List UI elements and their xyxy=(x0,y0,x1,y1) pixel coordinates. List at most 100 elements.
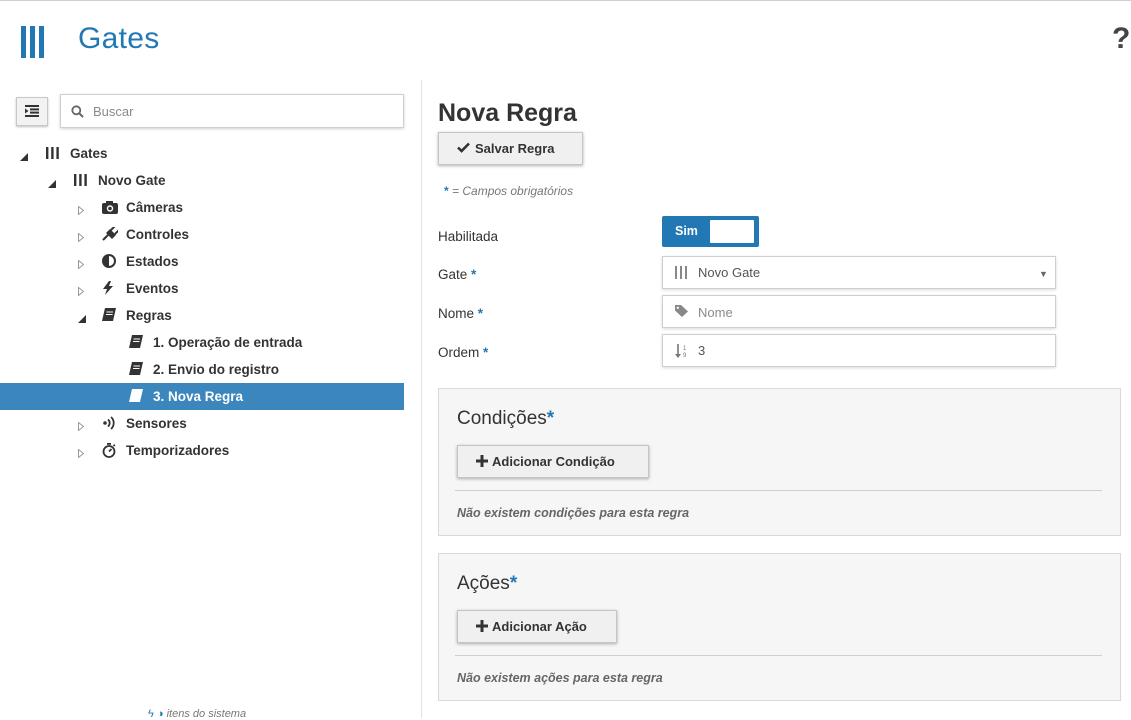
enabled-toggle[interactable]: Sim xyxy=(662,216,759,247)
enabled-toggle-text: Sim xyxy=(675,224,698,238)
tree-item[interactable]: Regras xyxy=(0,302,404,329)
signal-icon xyxy=(102,416,118,432)
tree-item[interactable]: Temporizadores xyxy=(0,437,404,464)
tree-item[interactable]: 2. Envio do registro xyxy=(0,356,404,383)
actions-title: Ações* xyxy=(457,573,518,594)
toggle-knob xyxy=(710,220,754,243)
tree-item-label: Estados xyxy=(126,254,179,269)
book-icon xyxy=(102,308,118,324)
sidebar: Gates Novo Gate Câmeras Controles Estados Eve… xyxy=(0,80,421,720)
tree-item[interactable]: 3. Nova Regra xyxy=(0,383,404,410)
book-icon xyxy=(129,335,145,351)
required-star: * xyxy=(483,345,489,360)
system-items-legend: ϟ ◑ itens do sistema xyxy=(148,708,246,720)
chevron-down-icon: ▼ xyxy=(1039,269,1048,279)
search-input[interactable] xyxy=(91,101,391,121)
sort-numeric-icon: 1 9 xyxy=(675,344,687,358)
tree-item-label: Controles xyxy=(126,227,190,242)
tree-item[interactable]: Gates xyxy=(0,140,404,167)
svg-text:9: 9 xyxy=(683,353,687,358)
check-icon xyxy=(457,142,470,153)
tree-item-label: Sensores xyxy=(126,416,187,431)
book-icon xyxy=(129,389,145,405)
book-icon xyxy=(129,362,145,378)
bolt-icon xyxy=(102,281,118,297)
tree-item-label: Regras xyxy=(126,308,172,323)
conditions-panel: Condições* Adicionar Condição Não existe… xyxy=(438,388,1121,536)
tree-toggle-button[interactable] xyxy=(16,97,48,126)
caret-collapsed-icon[interactable] xyxy=(78,257,85,272)
add-action-label: Adicionar Ação xyxy=(492,619,587,634)
tree-item[interactable]: 1. Operação de entrada xyxy=(0,329,404,356)
tree-item[interactable]: Novo Gate xyxy=(0,167,404,194)
page-title: Nova Regra xyxy=(438,99,577,127)
gate-icon xyxy=(74,173,90,189)
app-header: Gates ? xyxy=(0,0,1131,80)
tree-item[interactable]: Eventos xyxy=(0,275,404,302)
conditions-empty-message: Não existem condições para esta regra xyxy=(457,506,690,520)
required-star: * xyxy=(477,306,484,321)
search-box xyxy=(60,94,404,128)
gate-select[interactable]: Novo Gate ▼ xyxy=(662,256,1056,289)
search-icon xyxy=(71,105,84,118)
order-value: 3 xyxy=(698,343,706,358)
app-title: Gates xyxy=(78,22,160,55)
help-icon[interactable]: ? xyxy=(1112,22,1130,56)
tree-item-label: Eventos xyxy=(126,281,179,296)
caret-collapsed-icon[interactable] xyxy=(78,203,85,218)
required-star: * xyxy=(471,267,477,282)
rule-editor: Nova Regra Salvar Regra * = Campos obrig… xyxy=(422,80,1131,718)
gate-icon xyxy=(675,266,687,279)
gate-label: Gate * xyxy=(438,267,477,282)
enabled-label: Habilitada xyxy=(438,229,499,244)
tree-item[interactable]: Controles xyxy=(0,221,404,248)
plus-icon xyxy=(476,620,488,632)
name-field xyxy=(662,295,1056,328)
gate-select-value: Novo Gate xyxy=(698,265,761,280)
actions-panel: Ações* Adicionar Ação Não existem ações … xyxy=(438,553,1121,701)
tree-item[interactable]: Sensores xyxy=(0,410,404,437)
save-rule-button[interactable]: Salvar Regra xyxy=(438,132,583,165)
bolt-icon: ϟ xyxy=(148,708,154,720)
add-condition-label: Adicionar Condição xyxy=(492,454,615,469)
required-star: * xyxy=(509,573,518,594)
plus-icon xyxy=(476,455,488,467)
conditions-title: Condições* xyxy=(457,408,555,429)
tree-item[interactable]: Câmeras xyxy=(0,194,404,221)
tree-item-label: 1. Operação de entrada xyxy=(153,335,303,350)
tree-item-label: 2. Envio do registro xyxy=(153,362,280,377)
list-indent-icon xyxy=(25,105,39,117)
tree-item-label: Temporizadores xyxy=(126,443,230,458)
svg-text:1: 1 xyxy=(683,346,687,352)
tree-item-label: Novo Gate xyxy=(98,173,166,188)
caret-collapsed-icon[interactable] xyxy=(78,284,85,299)
caret-expanded-icon[interactable] xyxy=(48,176,56,191)
caret-collapsed-icon[interactable] xyxy=(78,230,85,245)
caret-expanded-icon[interactable] xyxy=(78,311,86,326)
required-star: * xyxy=(546,408,555,429)
plug-icon xyxy=(102,225,120,243)
tree-item[interactable]: Estados xyxy=(0,248,404,275)
half-circle-icon xyxy=(102,254,118,270)
gates-logo-icon xyxy=(21,26,44,58)
order-label: Ordem * xyxy=(438,345,489,360)
tree-item-label: Câmeras xyxy=(126,200,184,215)
required-fields-note: * = Campos obrigatórios xyxy=(444,184,573,198)
tree-item-label: 3. Nova Regra xyxy=(153,389,244,404)
add-condition-button[interactable]: Adicionar Condição xyxy=(457,445,649,478)
name-label: Nome * xyxy=(438,306,484,321)
stopwatch-icon xyxy=(102,443,118,459)
caret-collapsed-icon[interactable] xyxy=(78,446,85,461)
actions-empty-message: Não existem ações para esta regra xyxy=(457,671,663,685)
add-action-button[interactable]: Adicionar Ação xyxy=(457,610,617,643)
half-circle-icon: ◑ xyxy=(156,708,164,720)
gate-icon xyxy=(46,146,62,162)
name-input[interactable] xyxy=(696,302,1036,322)
camera-icon xyxy=(102,200,118,216)
caret-collapsed-icon[interactable] xyxy=(78,419,85,434)
caret-expanded-icon[interactable] xyxy=(20,149,28,164)
legend-text: itens do sistema xyxy=(166,708,247,720)
save-rule-label: Salvar Regra xyxy=(475,141,555,156)
order-field[interactable]: 1 9 3 xyxy=(662,334,1056,367)
required-star: * xyxy=(444,184,449,198)
